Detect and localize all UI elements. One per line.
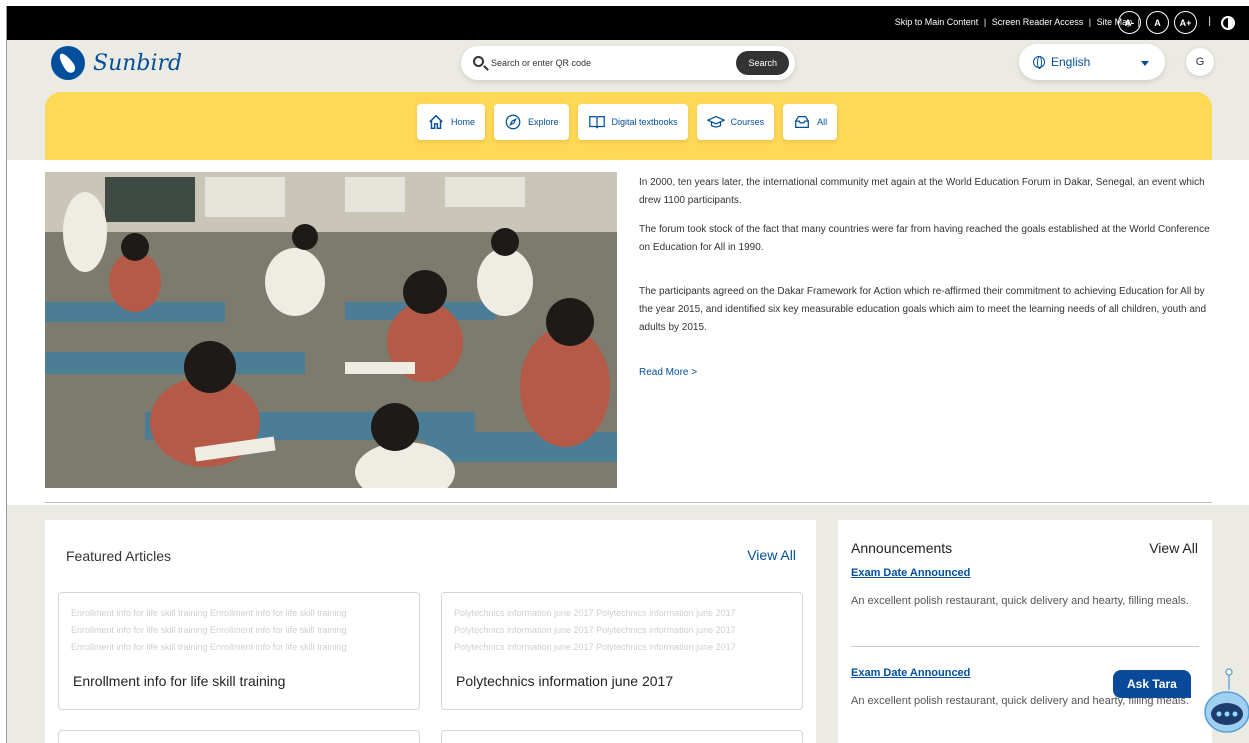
screen-reader-link[interactable]: Screen Reader Access xyxy=(992,17,1084,27)
nav-all-button[interactable]: All xyxy=(783,104,838,140)
separator: | xyxy=(983,17,987,27)
article-card-preview: Enrollment info for life skill training … xyxy=(71,608,347,652)
divider xyxy=(851,646,1199,647)
announcements-view-all-link[interactable]: View All xyxy=(1149,540,1198,556)
compass-icon xyxy=(505,114,521,130)
nav-courses-label: Courses xyxy=(730,117,765,127)
globe-icon xyxy=(1033,56,1045,69)
font-increase-button[interactable]: A+ xyxy=(1174,11,1197,34)
skip-to-main-link[interactable]: Skip to Main Content xyxy=(895,17,979,27)
ask-tara-button[interactable]: Ask Tara xyxy=(1113,670,1191,698)
separator: | xyxy=(1088,17,1092,27)
article-card[interactable] xyxy=(441,730,803,743)
language-selector[interactable]: English xyxy=(1019,44,1165,80)
article-card[interactable] xyxy=(58,730,420,743)
search-icon xyxy=(473,56,484,67)
nav-explore-button[interactable]: Explore xyxy=(494,104,569,140)
separator: | xyxy=(1208,16,1211,27)
announcements-title: Announcements xyxy=(851,540,953,556)
font-normal-button[interactable]: A xyxy=(1146,11,1169,34)
main-nav: Home Explore Digital textbooks Courses A… xyxy=(45,92,1212,168)
robot-icon[interactable] xyxy=(1201,666,1249,743)
article-card[interactable]: Enrollment info for life skill training … xyxy=(58,592,420,710)
book-icon xyxy=(588,115,605,129)
home-icon xyxy=(429,114,443,130)
search-button[interactable]: Search xyxy=(736,51,789,75)
article-card-title: Polytechnics information june 2017 xyxy=(456,673,674,689)
article-card-title: Enrollment info for life skill training xyxy=(73,673,286,689)
nav-all-label: All xyxy=(817,117,828,127)
language-label: English xyxy=(1051,55,1091,69)
hero-paragraph-1: In 2000, ten years later, the internatio… xyxy=(639,177,1205,206)
accessibility-bar: Skip to Main Content | Screen Reader Acc… xyxy=(7,6,1249,40)
article-card-preview: Polytechnics information june 2017 Polyt… xyxy=(454,608,736,652)
nav-courses-button[interactable]: Courses xyxy=(696,104,775,140)
logo-text: Sunbird xyxy=(93,50,183,76)
app-frame: Skip to Main Content | Screen Reader Acc… xyxy=(6,6,1249,743)
font-decrease-button[interactable]: A- xyxy=(1118,11,1141,34)
announcement-description: An excellent polish restaurant, quick de… xyxy=(851,595,1189,607)
contrast-toggle-icon[interactable] xyxy=(1221,16,1235,30)
nav-home-label: Home xyxy=(451,117,476,127)
inbox-icon xyxy=(795,115,810,129)
sunbird-logo[interactable]: Sunbird xyxy=(51,46,182,80)
hero-section: In 2000, ten years later, the internatio… xyxy=(7,160,1249,505)
search-input[interactable] xyxy=(491,54,731,72)
chevron-down-icon xyxy=(1141,61,1149,66)
nav-explore-label: Explore xyxy=(528,117,559,127)
hero-paragraph-3: The participants agreed on the Dakar Fra… xyxy=(639,286,1207,333)
announcements-panel: Announcements View All Exam Date Announc… xyxy=(838,520,1212,743)
featured-articles-panel: Featured Articles View All Enrollment in… xyxy=(45,520,816,743)
hero-paragraph-2: The forum took stock of the fact that ma… xyxy=(639,224,1210,253)
featured-view-all-link[interactable]: View All xyxy=(747,547,796,563)
search-bar: Search xyxy=(461,46,795,80)
divider xyxy=(45,502,1212,503)
hero-description: In 2000, ten years later, the internatio… xyxy=(639,174,1213,382)
user-avatar[interactable]: G xyxy=(1186,48,1214,76)
read-more-link[interactable]: Read More > xyxy=(639,364,697,382)
nav-textbooks-label: Digital textbooks xyxy=(611,117,678,127)
featured-articles-title: Featured Articles xyxy=(66,548,172,564)
article-card[interactable]: Polytechnics information june 2017 Polyt… xyxy=(441,592,803,710)
nav-textbooks-button[interactable]: Digital textbooks xyxy=(577,104,688,140)
accessibility-links: Skip to Main Content | Screen Reader Acc… xyxy=(895,17,1143,27)
graduation-cap-icon xyxy=(706,115,725,128)
font-size-controls: A- A A+ xyxy=(1118,11,1197,34)
nav-home-button[interactable]: Home xyxy=(417,104,486,140)
classroom-exam-image xyxy=(45,172,617,488)
announcement-link[interactable]: Exam Date Announced xyxy=(851,567,1199,579)
announcement-item: Exam Date Announced An excellent polish … xyxy=(851,567,1199,608)
bird-logo-icon xyxy=(51,46,85,80)
nav-items: Home Explore Digital textbooks Courses A… xyxy=(417,104,838,140)
